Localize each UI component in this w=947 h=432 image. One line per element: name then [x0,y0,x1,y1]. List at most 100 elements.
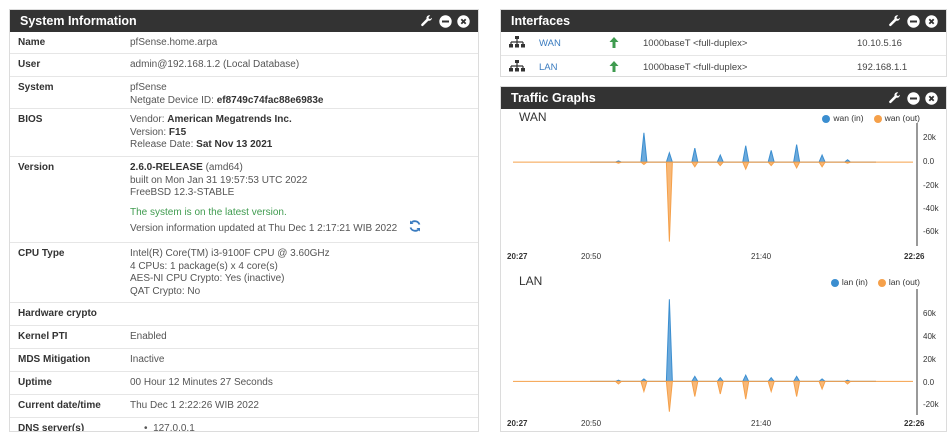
row-label: DNS server(s) [18,423,85,432]
version-status: The system is on the latest version. [130,206,287,218]
row-label: CPU Type [18,248,65,259]
row-user: User admin@192.168.1.2 (Local Database) [10,54,478,77]
version-built: built on Mon Jan 31 19:57:53 UTC 2022 [130,174,308,186]
x-tick-label: 20:27 [507,252,528,261]
cpu-qat: QAT Crypto: No [130,285,201,297]
x-tick-label: 21:40 [751,252,772,261]
user-value: admin@192.168.1.2 (Local Database) [130,59,300,70]
row-label: Current date/time [18,400,101,411]
lan-series-in-area [590,299,876,382]
version-arch: (amd64) [202,162,243,173]
wrench-icon[interactable] [420,14,434,28]
cpu-aesni: AES-NI CPU Crypto: Yes (inactive) [130,273,285,284]
wan-series-in-area [590,132,876,163]
uptime-value: 00 Hour 12 Minutes 27 Seconds [130,377,273,388]
row-kernel-pti: Kernel PTI Enabled [10,326,478,349]
cpu-model: Intel(R) Core(TM) i3-9100F CPU @ 3.60GHz [130,248,330,259]
netgate-id-label: Netgate Device ID: [130,94,217,106]
close-icon[interactable] [925,14,938,28]
interface-row-lan: LAN 1000baseT <full-duplex> 192.168.1.1 [501,56,946,76]
hardware-crypto-value [130,308,478,325]
interfaces-panel: Interfaces WAN 1000baseT <full-duplex> 1… [500,9,947,77]
y-tick-label: 20k [923,133,936,142]
wrench-icon[interactable] [888,14,902,28]
row-label: BIOS [18,114,43,125]
wan-chart [513,123,918,246]
row-system: System pfSense Netgate Device ID: ef8749… [10,77,478,109]
panel-title: Traffic Graphs [511,91,596,105]
row-cpu: CPU Type Intel(R) Core(TM) i3-9100F CPU … [10,243,478,303]
lan-chart [513,289,918,415]
system-line: pfSense [130,82,167,93]
row-label: Version [18,162,55,173]
bios-date-value: Sat Nov 13 2021 [196,139,273,150]
row-label: Name [18,37,46,48]
row-label: Hardware crypto [18,308,97,319]
y-tick-label: 0.0 [923,157,935,166]
row-label: Uptime [18,377,52,388]
x-tick-label: 21:40 [751,419,772,428]
panel-title: Interfaces [511,14,571,28]
system-information-panel: System Information Name pfSense.home.arp… [9,9,479,432]
lan-series-out-area [590,380,876,412]
bios-version-label: Version: [130,126,169,138]
wrench-icon[interactable] [888,91,902,105]
y-tick-label: 0.0 [923,378,935,387]
hostname-value: pfSense.home.arpa [130,37,218,48]
status-up-icon [609,60,643,75]
interface-name-link[interactable]: LAN [539,62,609,73]
x-tick-label: 22:26 [904,419,925,428]
close-icon[interactable] [925,91,938,105]
bios-date-label: Release Date: [130,139,197,150]
row-bios: BIOS Vendor: American Megatrends Inc. Ve… [10,109,478,157]
kernel-pti-value: Enabled [130,331,167,342]
system-information-header: System Information [10,10,478,32]
version-release: 2.6.0-RELEASE [130,162,203,173]
x-tick-label: 20:50 [581,419,602,428]
interface-name-link[interactable]: WAN [539,38,609,49]
minimize-icon[interactable] [439,14,452,28]
row-uptime: Uptime 00 Hour 12 Minutes 27 Seconds [10,372,478,395]
minimize-icon[interactable] [907,14,920,28]
y-tick-label: -40k [923,204,939,213]
close-icon[interactable] [457,14,470,28]
x-tick-label: 22:26 [904,252,925,261]
y-tick-label: 20k [923,355,936,364]
wan-graph: WAN wan (in) wan (out) 20k 0.0 -20k -40k… [501,109,946,267]
wan-series-out-area [590,161,876,242]
minimize-icon[interactable] [907,91,920,105]
row-label: Kernel PTI [18,331,68,342]
x-tick-label: 20:50 [581,252,602,261]
interface-row-wan: WAN 1000baseT <full-duplex> 10.10.5.16 [501,32,946,56]
network-icon [501,36,539,51]
netgate-id-value: ef8749c74fac88e6983e [216,94,324,106]
row-label: User [18,59,41,70]
row-name: Name pfSense.home.arpa [10,32,478,54]
row-mds: MDS Mitigation Inactive [10,349,478,372]
version-updated: Version information updated at Thu Dec 1… [130,222,398,234]
status-up-icon [609,36,643,51]
row-dns: DNS server(s) • 127.0.0.1 [10,418,478,432]
lan-graph: LAN lan (in) lan (out) 60k 40k 20k 0.0 -… [501,273,946,431]
row-label: MDS Mitigation [18,354,91,365]
y-tick-label: 40k [923,332,936,341]
refresh-icon[interactable] [408,219,422,238]
bios-vendor-label: Vendor: [130,114,168,125]
bios-version-value: F15 [168,126,187,138]
network-icon [501,60,539,75]
row-label: System [18,82,54,93]
version-freebsd: FreeBSD 12.3-STABLE [130,187,235,198]
panel-title: System Information [20,14,137,28]
interface-ip: 192.168.1.1 [857,62,908,73]
row-hardware-crypto: Hardware crypto [10,303,478,326]
y-tick-label: -20k [923,181,939,190]
traffic-graphs-header: Traffic Graphs [501,87,946,109]
interface-ip: 10.10.5.16 [857,38,902,49]
y-tick-label: -60k [923,227,939,236]
x-tick-label: 20:27 [507,419,528,428]
row-version: Version 2.6.0-RELEASE (amd64) built on M… [10,157,478,243]
interface-media: 1000baseT <full-duplex> [643,62,748,73]
mds-value: Inactive [130,354,165,365]
y-tick-label: 60k [923,309,936,318]
y-tick-label: -20k [923,400,939,409]
